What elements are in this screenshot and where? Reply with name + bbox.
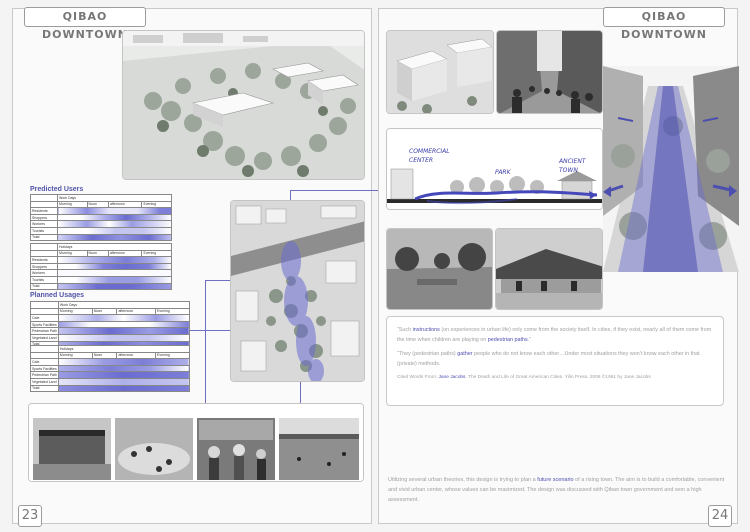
- row-label: Total: [30, 282, 58, 291]
- holiday-label: Holidays: [57, 345, 191, 353]
- col-evening: Evening: [155, 307, 190, 316]
- quote-2: “They (pedestrian paths) gather people w…: [397, 349, 713, 369]
- row-label: Shoppers: [30, 262, 58, 271]
- planned-usages-heading: Planned Usages: [30, 292, 85, 299]
- predicted-users-heading: Predicted Users: [30, 186, 84, 193]
- design-summary: Utilizing several urban theories, this d…: [388, 475, 728, 505]
- row-label: Cafe: [30, 358, 59, 366]
- col-evening: Evening: [155, 351, 190, 360]
- col-afternoon: afternoon: [116, 307, 157, 316]
- street-perspective-sketch: [603, 66, 739, 272]
- planned-usages-weekday-table: Work Days Morning Noon afternoon Evening Ca…: [30, 301, 191, 349]
- highlight-instructions: instructions: [412, 327, 440, 333]
- row-label: Tourists: [30, 226, 58, 235]
- highlight-pedestrian-paths: pedestrian paths: [487, 337, 528, 343]
- massing-render-image: [386, 30, 494, 114]
- citation-author: Jane Jacobs: [438, 375, 466, 380]
- left-page-title: QIBAO DOWNTOWN: [24, 7, 146, 41]
- row-label: Pedestrian Path: [30, 327, 59, 335]
- holiday-label: Holidays: [57, 243, 172, 251]
- row-label: Shoppers: [30, 213, 58, 222]
- aerial-render-image: [122, 30, 365, 180]
- col-noon: Noon: [91, 351, 118, 360]
- section-diagram: COMMERCIAL CENTER PARK ANCIENT TOWN: [386, 128, 603, 210]
- row-label: Total: [30, 384, 59, 393]
- right-page-number: 24: [708, 505, 732, 527]
- highlight-gather: gather: [457, 351, 473, 357]
- quote-2-text: “They (pedestrian paths): [397, 351, 458, 357]
- col-afternoon: afternoon: [107, 249, 143, 258]
- row-label: Workers: [30, 220, 58, 228]
- col-evening: Evening: [141, 200, 172, 209]
- quote-1-text: “Such: [397, 327, 413, 333]
- weekday-label: Work Days: [57, 301, 191, 309]
- connector-line: [205, 280, 230, 281]
- row-label: Cafe: [30, 314, 59, 322]
- ancient-town-photo: [495, 228, 603, 310]
- col-morning: Morning: [57, 351, 93, 360]
- citation: Cited Words From: Jane Jacobs. The Death…: [397, 373, 713, 383]
- row-label: Residents: [30, 256, 58, 264]
- street-crowd-photo: [496, 30, 603, 114]
- citation-source: . The Death and Life of Great American C…: [465, 375, 651, 380]
- highlight-future-scenario: future scenario: [537, 477, 574, 483]
- col-afternoon: afternoon: [116, 351, 157, 360]
- quote-1: “Such instructions (on experiences in ur…: [397, 325, 713, 345]
- citation-prefix: Cited Words From:: [397, 375, 439, 380]
- row-label: Residents: [30, 207, 58, 215]
- col-morning: Morning: [57, 249, 88, 258]
- planned-usages-holiday-table: Holidays Morning Noon afternoon Evening Caf…: [30, 345, 191, 393]
- row-label: Sports Facilities: [30, 364, 59, 373]
- summary-text: Utilizing several urban theories, this d…: [388, 477, 538, 483]
- weekday-label: Work Days: [57, 194, 172, 202]
- row-label: Tourists: [30, 275, 58, 284]
- row-label: Pedestrian Path: [30, 371, 59, 379]
- connector-line: [205, 280, 206, 405]
- label-commercial-center: COMMERCIAL CENTER: [409, 148, 450, 164]
- row-label: Total: [30, 233, 58, 242]
- label-ancient-town: ANCIENT TOWN: [559, 158, 586, 174]
- connector-line: [290, 190, 291, 200]
- predicted-users-weekday-table: Work Days Morning Noon afternoon Evening Re…: [30, 194, 172, 242]
- quote-1-text: (on experiences in urban life) only come…: [397, 327, 712, 343]
- quote-1-text: .”: [527, 337, 531, 343]
- connector-line: [190, 330, 230, 331]
- col-noon: Noon: [91, 307, 118, 316]
- col-noon: Noon: [86, 249, 109, 258]
- col-afternoon: afternoon: [107, 200, 143, 209]
- predicted-users-holiday-table: Holidays Morning Noon afternoon Evening Res…: [30, 243, 172, 291]
- col-evening: Evening: [141, 249, 172, 258]
- jacobs-quote-box: “Such instructions (on experiences in ur…: [386, 316, 724, 406]
- plaza-photo: [386, 228, 493, 310]
- row-label: Workers: [30, 269, 58, 277]
- col-morning: Morning: [57, 200, 88, 209]
- book-spread: QIBAO DOWNTOWN 23 Predicted Users Work D…: [0, 0, 750, 532]
- photo-strip: [28, 403, 364, 482]
- row-label: Sports Facilities: [30, 320, 59, 329]
- col-noon: Noon: [86, 200, 109, 209]
- row-label: Vegetated Land: [30, 333, 59, 342]
- site-plan-heatmap-image: [230, 200, 365, 382]
- col-morning: Morning: [57, 307, 93, 316]
- row-label: Vegetated Land: [30, 377, 59, 386]
- label-park: PARK: [495, 169, 511, 176]
- left-page-number: 23: [18, 505, 42, 527]
- right-page-title: QIBAO DOWNTOWN: [603, 7, 725, 41]
